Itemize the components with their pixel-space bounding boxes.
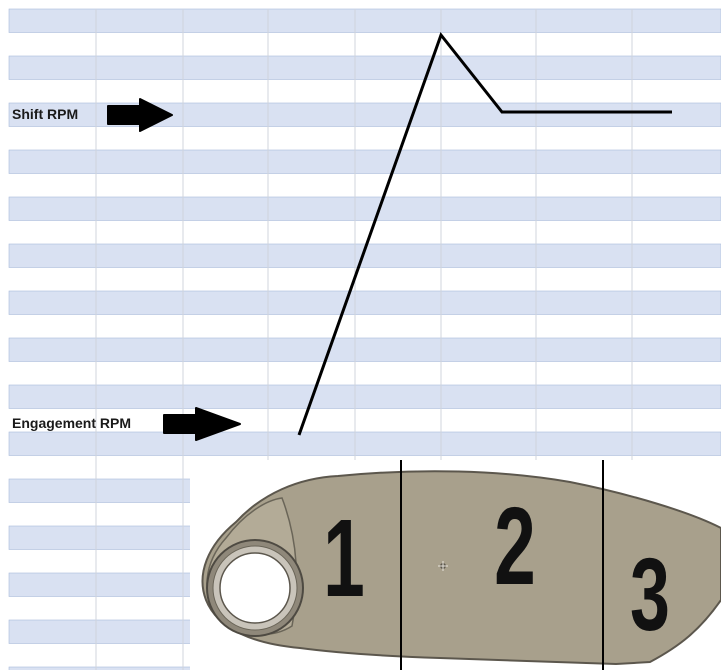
zone-number-1: 1 <box>323 497 365 620</box>
spreadsheet-band <box>8 196 721 221</box>
spreadsheet-band <box>8 384 721 409</box>
spreadsheet-band <box>8 290 721 315</box>
zone-number-3: 3 <box>630 537 670 652</box>
spreadsheet-band <box>8 8 721 33</box>
zone-number-2: 2 <box>494 485 536 608</box>
shift-rpm-label: Shift RPM <box>12 106 79 122</box>
spreadsheet-band <box>8 55 721 80</box>
pivot-hole <box>219 552 291 624</box>
engagement-rpm-label: Engagement RPM <box>12 415 132 431</box>
clutch-arm-illustration: 1 2 3 <box>201 470 721 666</box>
spreadsheet-band <box>8 431 721 456</box>
spreadsheet-band <box>8 149 721 174</box>
clutch-rpm-diagram: 1 2 3 <box>8 8 721 670</box>
spreadsheet-band <box>8 337 721 362</box>
